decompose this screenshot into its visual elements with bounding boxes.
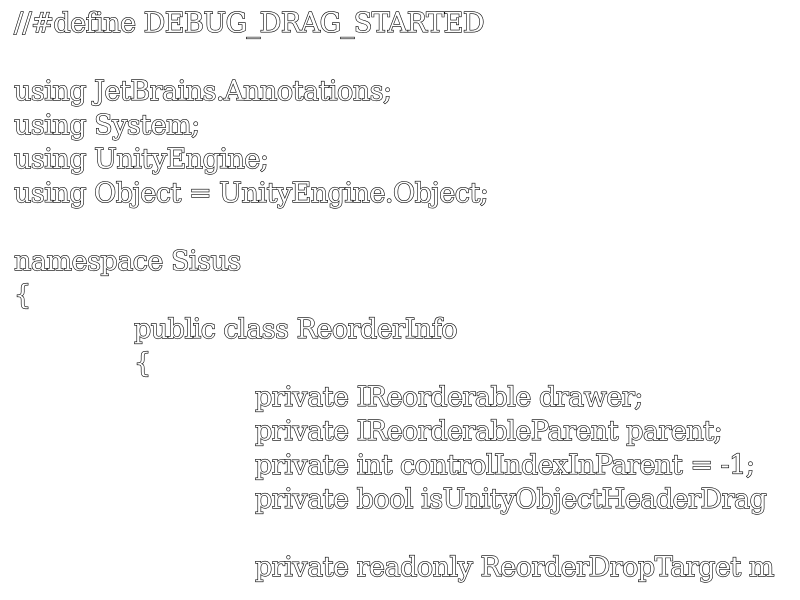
code-line-field: private readonly ReorderDropTarget m <box>254 551 775 583</box>
code-line-field: private bool isUnityObjectHeaderDrag <box>254 483 767 515</box>
code-line-field: private IReorderableParent parent; <box>254 415 723 447</box>
code-line-using-alias: using Object = UnityEngine.Object; <box>13 177 489 209</box>
code-line-using: using System; <box>13 109 200 141</box>
code-line-namespace: namespace Sisus <box>13 245 241 277</box>
code-line-open-brace: { <box>133 347 151 379</box>
code-line-using: using JetBrains.Annotations; <box>13 75 392 107</box>
code-line-open-brace: { <box>13 279 31 311</box>
code-line-field: private IReorderable drawer; <box>254 381 644 413</box>
code-line-using: using UnityEngine; <box>13 143 269 175</box>
code-line-comment: //#define DEBUG_DRAG_STARTED <box>13 7 485 39</box>
code-view: //#define DEBUG_DRAG_STARTED using JetBr… <box>0 0 800 600</box>
code-line-class-declaration: public class ReorderInfo <box>133 313 458 345</box>
code-line-field: private int controlIndexInParent = -1; <box>254 449 755 481</box>
